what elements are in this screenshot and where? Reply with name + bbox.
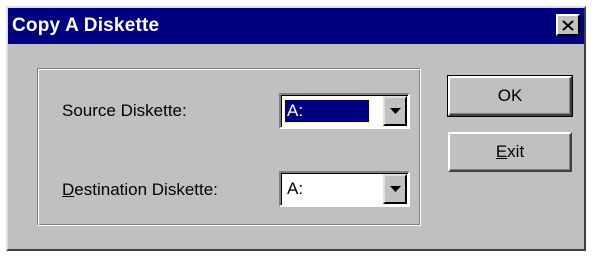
- source-diskette-value: A:: [284, 99, 370, 123]
- diskette-group: Source Diskette: A: Destination Diskette…: [37, 68, 421, 226]
- exit-mnemonic: E: [495, 142, 508, 161]
- destination-diskette-value: A:: [287, 179, 304, 198]
- ok-button[interactable]: OK: [447, 75, 573, 117]
- close-icon: [562, 19, 574, 31]
- source-dropdown-button[interactable]: [383, 96, 407, 126]
- title-bar: Copy A Diskette: [8, 8, 584, 44]
- exit-label-rest: xit: [507, 142, 525, 161]
- copy-diskette-dialog: Copy A Diskette Source Diskette: A: Dest…: [6, 6, 586, 251]
- source-diskette-select[interactable]: A:: [279, 93, 410, 129]
- destination-dropdown-button[interactable]: [383, 174, 407, 204]
- destination-mnemonic: D: [62, 180, 75, 199]
- destination-diskette-select[interactable]: A:: [279, 171, 410, 207]
- dropdown-arrow-icon: [389, 185, 401, 192]
- dropdown-arrow-icon: [389, 107, 401, 114]
- source-diskette-label: Source Diskette:: [62, 101, 187, 120]
- close-button[interactable]: [556, 14, 580, 36]
- dialog-title: Copy A Diskette: [12, 15, 160, 36]
- exit-button[interactable]: Exit: [448, 132, 572, 172]
- destination-label-rest: estination Diskette:: [74, 180, 218, 199]
- destination-diskette-label: Destination Diskette:: [62, 180, 218, 200]
